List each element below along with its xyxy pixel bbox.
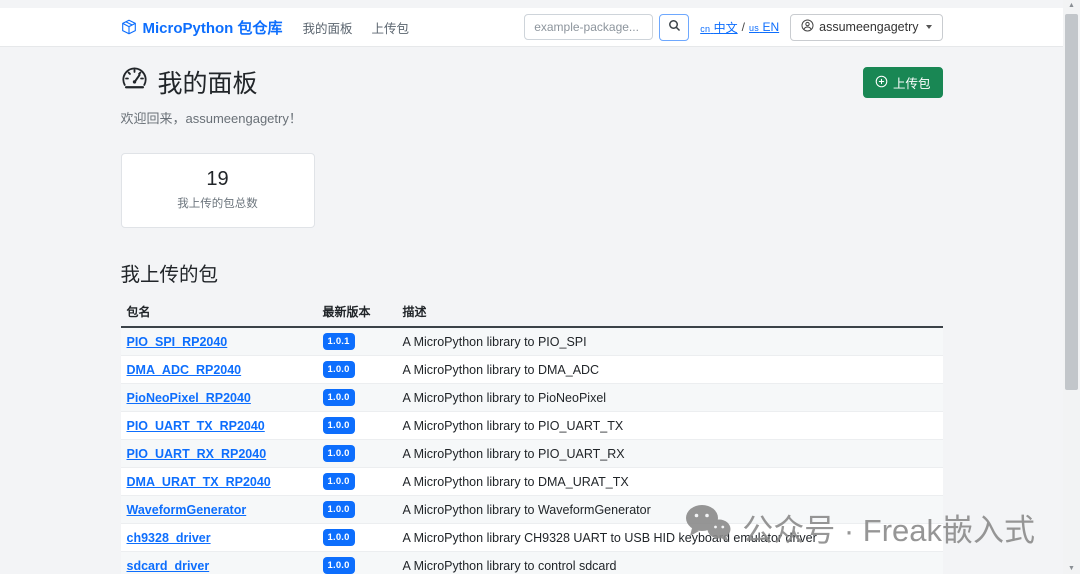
search-icon: [668, 19, 681, 35]
main-content: 我的面板 上传包 欢迎回来，assumeengagetry！ 19 我上传的包总…: [120, 64, 943, 574]
table-row: PioNeoPixel_RP2040 1.0.0 A MicroPython lib…: [120, 383, 943, 412]
version-badge: 1.0.0: [322, 529, 355, 546]
stats-label: 我上传的包总数: [177, 198, 258, 210]
package-description: A MicroPython library to PIO_UART_RX: [396, 439, 943, 468]
lang-separator: /: [741, 20, 745, 34]
version-badge: 1.0.0: [322, 389, 355, 406]
user-dropdown-button[interactable]: assumeengagetry: [790, 13, 943, 41]
version-badge: 1.0.0: [322, 501, 355, 518]
page-viewport: MicroPython 包仓库 我的面板 上传包 example-package…: [0, 0, 1063, 574]
brand-label: MicroPython 包仓库: [142, 19, 283, 37]
package-link[interactable]: PIO_UART_TX_RP2040: [127, 419, 265, 433]
table-row: PIO_UART_TX_RP2040 1.0.0 A MicroPython lib…: [120, 411, 943, 440]
brand-link[interactable]: MicroPython 包仓库: [121, 17, 283, 38]
lang-en-link[interactable]: us EN: [749, 20, 779, 34]
package-description: A MicroPython library to PIO_SPI: [396, 327, 943, 356]
package-link[interactable]: DMA_ADC_RP2040: [127, 363, 242, 377]
search-button[interactable]: [659, 13, 690, 41]
table-row: sdcard_driver 1.0.0 A MicroPython library …: [120, 551, 943, 574]
package-link[interactable]: WaveformGenerator: [127, 503, 247, 517]
table-row: PIO_UART_RX_RP2040 1.0.0 A MicroPython lib…: [120, 439, 943, 468]
search-input[interactable]: [524, 14, 654, 40]
upload-package-button[interactable]: 上传包: [862, 67, 943, 98]
package-link[interactable]: DMA_URAT_TX_RP2040: [127, 475, 271, 489]
speedometer-icon: [121, 65, 148, 99]
package-description: A MicroPython library to DMA_URAT_TX: [396, 467, 943, 496]
page-title-label: 我的面板: [157, 70, 258, 98]
upload-button-label: 上传包: [892, 77, 931, 91]
package-box-icon: [121, 19, 137, 35]
package-link[interactable]: PIO_UART_RX_RP2040: [127, 447, 267, 461]
nav-links: 我的面板 上传包: [303, 18, 410, 37]
table-row: DMA_URAT_TX_RP2040 1.0.0 A MicroPython lib…: [120, 467, 943, 496]
version-badge: 1.0.0: [322, 473, 355, 490]
package-link[interactable]: PIO_SPI_RP2040: [127, 335, 228, 349]
version-badge: 1.0.0: [322, 417, 355, 434]
navbar: MicroPython 包仓库 我的面板 上传包 example-package…: [0, 8, 1063, 47]
package-table-body: PIO_SPI_RP2040 1.0.1 A MicroPython library…: [120, 327, 943, 574]
package-description: A MicroPython library to control sdcard: [396, 551, 943, 574]
packages-table-head: 包名 最新版本 描述: [120, 299, 943, 328]
navbar-inner: MicroPython 包仓库 我的面板 上传包 example-package…: [121, 8, 943, 46]
scroll-down-icon[interactable]: [1063, 565, 1080, 572]
language-switcher: cn 中文 / us EN: [700, 19, 779, 36]
table-row: PIO_SPI_RP2040 1.0.1 A MicroPython library…: [120, 327, 943, 356]
dashboard-header: 我的面板 上传包: [121, 64, 943, 100]
page-title: 我的面板: [121, 64, 258, 100]
table-row: ch9328_driver 1.0.0 A MicroPython library …: [120, 523, 943, 552]
package-description: A MicroPython library to PIO_UART_TX: [396, 411, 943, 440]
lang-cn-label: 中文: [713, 20, 738, 35]
lang-cn-link[interactable]: cn 中文: [700, 19, 737, 36]
scrollbar-thumb[interactable]: [1065, 14, 1078, 390]
lang-cn-prefix: cn: [700, 23, 711, 34]
column-header-name: 包名: [120, 299, 317, 328]
version-badge: 1.0.0: [322, 557, 355, 574]
table-row: DMA_ADC_RP2040 1.0.0 A MicroPython library…: [120, 355, 943, 384]
nav-item-upload[interactable]: 上传包: [372, 18, 410, 37]
package-description: A MicroPython library to WaveformGenerat…: [396, 495, 943, 524]
nav-item-dashboard[interactable]: 我的面板: [303, 18, 353, 37]
version-badge: 1.0.1: [322, 333, 355, 350]
package-description: A MicroPython library to PioNeoPixel: [396, 383, 943, 412]
user-name-label: assumeengagetry: [819, 20, 919, 34]
stats-value: 19: [206, 168, 229, 190]
packages-table: 包名 最新版本 描述 PIO_SPI_RP2040 1.0.1 A MicroPyt…: [120, 299, 943, 574]
package-description: A MicroPython library CH9328 UART to USB…: [396, 523, 943, 552]
chevron-down-icon: [925, 25, 932, 29]
person-circle-icon: [801, 19, 814, 35]
plus-circle-icon: [875, 75, 888, 91]
welcome-message: 欢迎回来，assumeengagetry！: [120, 111, 302, 126]
lang-en-label: EN: [762, 20, 780, 34]
package-description: A MicroPython library to DMA_ADC: [396, 355, 943, 384]
lang-en-prefix: us: [749, 23, 760, 33]
package-link[interactable]: PioNeoPixel_RP2040: [127, 391, 251, 405]
table-row: WaveformGenerator 1.0.0 A MicroPython libr…: [120, 495, 943, 524]
column-header-description: 描述: [396, 299, 943, 328]
version-badge: 1.0.0: [322, 445, 355, 462]
table-header-row: 包名 最新版本 描述: [120, 299, 943, 328]
stats-card: 19 我上传的包总数: [120, 153, 315, 228]
page: MicroPython 包仓库 我的面板 上传包 example-package…: [0, 0, 1080, 574]
package-link[interactable]: sdcard_driver: [127, 559, 210, 573]
top-strip: [0, 0, 1063, 8]
package-link[interactable]: ch9328_driver: [127, 531, 211, 545]
navbar-right: cn 中文 / us EN assumeengagetry: [524, 13, 943, 41]
column-header-version: 最新版本: [316, 299, 397, 328]
packages-section-title: 我上传的包: [120, 264, 219, 286]
vertical-scrollbar[interactable]: [1063, 0, 1080, 574]
scroll-up-icon[interactable]: [1063, 2, 1080, 9]
version-badge: 1.0.0: [322, 361, 355, 378]
